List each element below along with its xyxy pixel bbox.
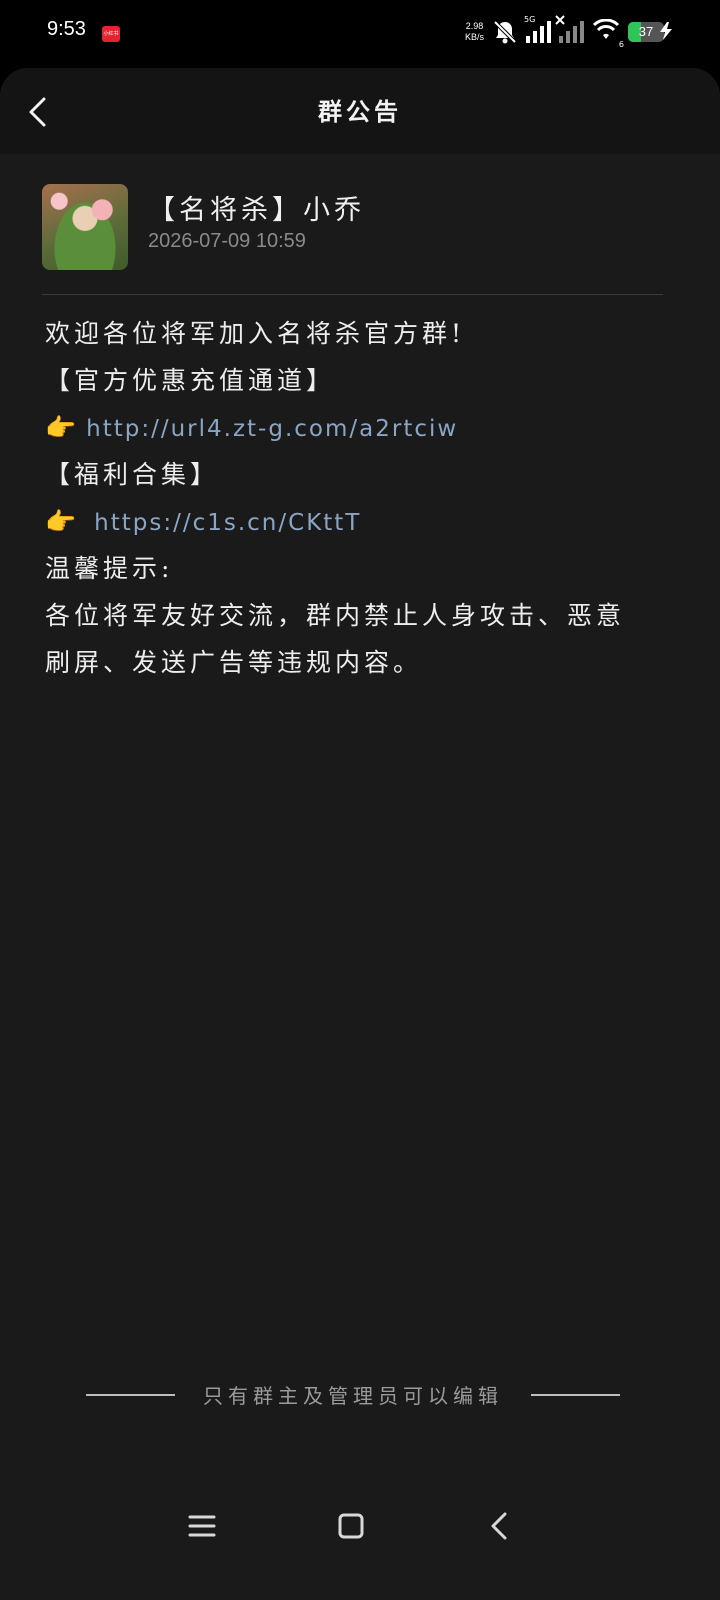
home-button[interactable] (329, 1504, 373, 1548)
author-avatar[interactable] (42, 184, 128, 270)
content-text: 【福利合集】 (45, 460, 220, 489)
charging-icon (660, 22, 672, 45)
wifi-band-label: 6 (618, 40, 624, 49)
network-type-label: 5G (524, 15, 536, 24)
signal-icon: 5G (524, 15, 551, 43)
divider-right (531, 1393, 620, 1396)
mute-bell-icon (493, 20, 517, 44)
content-text: 【官方优惠充值通道】 (45, 366, 336, 395)
content-text: 刷屏、发送广告等违规内容。 (45, 648, 423, 677)
menu-button[interactable] (180, 1504, 224, 1548)
title-bar: 群公告 (0, 68, 720, 154)
battery-icon: 37 (628, 22, 664, 42)
status-bar: 9:53 小红书 2.98 KB/s 5G 6 37 (0, 0, 720, 66)
network-speed: 2.98 KB/s (465, 21, 484, 43)
content-line: 【官方优惠充值通道】 (45, 357, 685, 404)
content-line: 欢迎各位将军加入名将杀官方群! (45, 310, 685, 357)
announcement-content: 欢迎各位将军加入名将杀官方群! 【官方优惠充值通道】 👉 http://url4.… (45, 310, 685, 686)
content-line: 温馨提示: (45, 545, 685, 592)
page-title: 群公告 (318, 97, 402, 126)
divider-left (86, 1393, 175, 1396)
content-line: 👉 http://url4.zt-g.com/a2rtciw (45, 404, 685, 451)
pointing-hand-icon: 👉 (45, 413, 81, 442)
content-line: 【福利合集】 (45, 451, 685, 498)
menu-icon (188, 1515, 216, 1537)
content-text: 欢迎各位将军加入名将杀官方群! (45, 319, 466, 348)
content-line: 各位将军友好交流，群内禁止人身攻击、恶意 (45, 592, 685, 639)
content-text: 各位将军友好交流，群内禁止人身攻击、恶意 (45, 601, 626, 630)
system-nav-bar (0, 1490, 720, 1562)
author-name: 【名将杀】小乔 (148, 195, 365, 226)
benefits-link[interactable]: https://c1s.cn/CKttT (94, 510, 361, 536)
notification-app-icon: 小红书 (102, 26, 120, 42)
recharge-link[interactable]: http://url4.zt-g.com/a2rtciw (86, 416, 458, 442)
status-icons: 2.98 KB/s 5G 6 37 (465, 15, 664, 49)
battery-level: 37 (638, 24, 654, 39)
content-text: 温馨提示: (45, 554, 174, 583)
wifi-icon: 6 (592, 18, 624, 49)
status-time: 9:53 (47, 18, 86, 40)
edit-permission-text: 只有群主及管理员可以编辑 (203, 1384, 503, 1408)
back-icon (491, 1512, 507, 1540)
content-line: 刷屏、发送广告等违规内容。 (45, 639, 685, 686)
network-speed-unit: KB/s (464, 32, 484, 42)
content-line: 👉 https://c1s.cn/CKttT (45, 498, 685, 545)
back-nav-button[interactable] (478, 1504, 522, 1548)
edit-permission-note: 只有群主及管理员可以编辑 (86, 1380, 620, 1409)
home-icon (338, 1513, 364, 1539)
divider (42, 294, 663, 295)
no-signal-icon (555, 15, 584, 43)
announcement-page: 群公告 【名将杀】小乔 2026-07-09 10:59 欢迎各位将军加入名将杀… (0, 68, 720, 1600)
post-timestamp: 2026-07-09 10:59 (148, 230, 306, 252)
pointing-hand-icon: 👉 (45, 507, 81, 536)
network-speed-value: 2.98 (465, 21, 484, 31)
